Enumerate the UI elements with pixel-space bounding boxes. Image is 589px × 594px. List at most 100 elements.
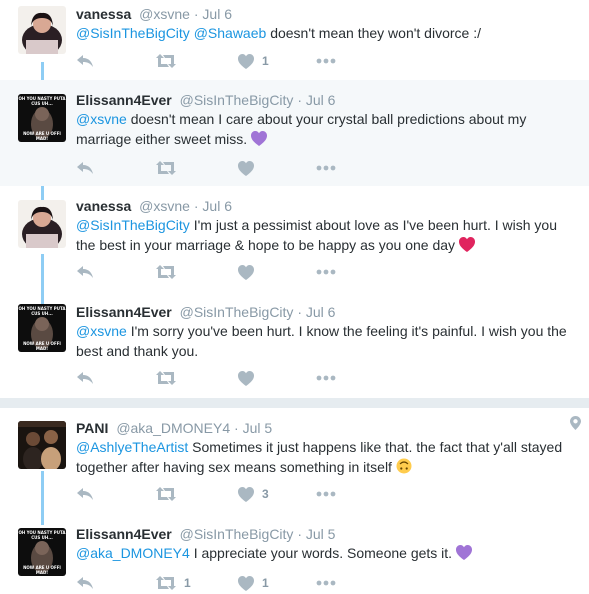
separator-dot: · bbox=[297, 526, 302, 542]
mention-link[interactable]: @aka_DMONEY4 bbox=[76, 545, 190, 561]
tweet-text: @AshlyeTheArtist Sometimes it just happe… bbox=[76, 437, 576, 477]
svg-text:MAD!: MAD! bbox=[36, 136, 48, 141]
mention-link[interactable]: @SisInTheBigCity bbox=[76, 25, 190, 41]
separator-dot: · bbox=[297, 92, 302, 108]
separator-dot: · bbox=[297, 304, 302, 320]
timestamp[interactable]: Jul 5 bbox=[243, 420, 273, 436]
avatar-vanessa[interactable] bbox=[18, 6, 66, 54]
retweet-icon bbox=[156, 371, 176, 385]
reply-icon bbox=[77, 577, 93, 589]
timestamp[interactable]: Jul 6 bbox=[202, 198, 232, 214]
like-button[interactable] bbox=[238, 158, 254, 178]
avatar-elissann4ever[interactable]: OH YOU NASTY PUTA CUS UH... NOW ARE U OFFI… bbox=[18, 94, 66, 142]
avatar-elissann4ever[interactable]: OH YOU NASTY PUTA CUS UH... NOW ARE U OFFI… bbox=[18, 304, 66, 352]
upside-down-face-emoji bbox=[396, 458, 412, 474]
retweet-button[interactable]: 1 bbox=[156, 573, 191, 593]
retweet-button[interactable] bbox=[156, 51, 176, 71]
display-name[interactable]: vanessa bbox=[76, 198, 131, 214]
more-button[interactable] bbox=[316, 484, 336, 504]
more-icon bbox=[316, 165, 336, 171]
more-icon bbox=[316, 580, 336, 586]
tweet[interactable]: PANI @aka_DMONEY4 · Jul 5 @AshlyeTheArti… bbox=[0, 408, 589, 516]
more-icon bbox=[316, 375, 336, 381]
like-icon bbox=[238, 575, 254, 591]
display-name[interactable]: Elissann4Ever bbox=[76, 526, 172, 542]
mention-link[interactable]: @SisInTheBigCity bbox=[76, 217, 190, 233]
timestamp[interactable]: Jul 6 bbox=[202, 6, 232, 22]
like-button[interactable]: 3 bbox=[238, 484, 269, 504]
display-name[interactable]: Elissann4Ever bbox=[76, 92, 172, 108]
conversation-separator bbox=[0, 398, 589, 408]
mention-link[interactable]: @AshlyeTheArtist bbox=[76, 439, 188, 455]
svg-text:CUS UH...: CUS UH... bbox=[31, 311, 53, 316]
avatar-pani[interactable] bbox=[18, 421, 66, 469]
more-button[interactable] bbox=[316, 158, 336, 178]
like-icon bbox=[238, 264, 254, 280]
retweet-button[interactable] bbox=[156, 484, 176, 504]
more-icon bbox=[316, 491, 336, 497]
more-button[interactable] bbox=[316, 368, 336, 388]
more-icon bbox=[316, 58, 336, 64]
avatar-elissann4ever[interactable]: OH YOU NASTY PUTA CUS UH... NOW ARE U OFFI… bbox=[18, 528, 66, 576]
mention-link[interactable]: @Shawaeb bbox=[194, 25, 267, 41]
tweet[interactable]: vanessa @xsvne · Jul 6 @SisInTheBigCity … bbox=[0, 186, 589, 292]
tweet-text: @SisInTheBigCity I'm just a pessimist ab… bbox=[76, 215, 576, 255]
user-handle[interactable]: @xsvne bbox=[139, 198, 190, 214]
reply-button[interactable] bbox=[76, 573, 94, 593]
user-handle[interactable]: @SisInTheBigCity bbox=[180, 304, 294, 320]
display-name[interactable]: vanessa bbox=[76, 6, 131, 22]
display-name[interactable]: PANI bbox=[76, 420, 108, 436]
timestamp[interactable]: Jul 6 bbox=[306, 92, 336, 108]
like-button[interactable] bbox=[238, 262, 254, 282]
reply-icon bbox=[77, 266, 93, 278]
display-name[interactable]: Elissann4Ever bbox=[76, 304, 172, 320]
tweet-text: @xsvne doesn't mean I care about your cr… bbox=[76, 109, 576, 149]
reply-button[interactable] bbox=[76, 368, 94, 388]
tweet[interactable]: OH YOU NASTY PUTA CUS UH... NOW ARE U OFFI… bbox=[0, 292, 589, 398]
more-button[interactable] bbox=[316, 262, 336, 282]
tweet-text: @xsvne I'm sorry you've been hurt. I kno… bbox=[76, 321, 576, 361]
timestamp[interactable]: Jul 5 bbox=[306, 526, 336, 542]
retweet-button[interactable] bbox=[156, 158, 176, 178]
location-pin-icon[interactable] bbox=[570, 416, 581, 430]
more-button[interactable] bbox=[316, 51, 336, 71]
like-button[interactable] bbox=[238, 368, 254, 388]
reply-button[interactable] bbox=[76, 484, 94, 504]
red-heart-emoji bbox=[458, 237, 475, 252]
reply-icon bbox=[77, 162, 93, 174]
reply-button[interactable] bbox=[76, 262, 94, 282]
retweet-icon bbox=[156, 161, 176, 175]
retweet-button[interactable] bbox=[156, 262, 176, 282]
user-handle[interactable]: @SisInTheBigCity bbox=[180, 92, 294, 108]
reply-icon bbox=[77, 55, 93, 67]
user-handle[interactable]: @aka_DMONEY4 bbox=[116, 420, 230, 436]
like-icon bbox=[238, 486, 254, 502]
retweet-count: 1 bbox=[184, 576, 191, 590]
tweet-body: I appreciate your words. Someone gets it… bbox=[193, 545, 453, 561]
avatar-vanessa[interactable] bbox=[18, 200, 66, 248]
mention-link[interactable]: @xsvne bbox=[76, 323, 127, 339]
more-button[interactable] bbox=[316, 573, 336, 593]
user-handle[interactable]: @SisInTheBigCity bbox=[180, 526, 294, 542]
like-icon bbox=[238, 53, 254, 69]
like-count: 1 bbox=[262, 54, 269, 68]
like-button[interactable]: 1 bbox=[238, 573, 269, 593]
like-button[interactable]: 1 bbox=[238, 51, 269, 71]
user-handle[interactable]: @xsvne bbox=[139, 6, 190, 22]
purple-heart-emoji bbox=[251, 131, 268, 146]
retweet-icon bbox=[156, 265, 176, 279]
retweet-icon bbox=[156, 54, 176, 68]
like-icon bbox=[238, 370, 254, 386]
reply-icon bbox=[77, 488, 93, 500]
retweet-icon bbox=[156, 487, 176, 501]
mention-link[interactable]: @xsvne bbox=[76, 111, 127, 127]
tweet[interactable]: vanessa @xsvne · Jul 6 @SisInTheBigCity … bbox=[0, 0, 589, 80]
tweet[interactable]: OH YOU NASTY PUTA CUS UH... NOW ARE U OFFI… bbox=[0, 80, 589, 186]
reply-button[interactable] bbox=[76, 51, 94, 71]
timestamp[interactable]: Jul 6 bbox=[306, 304, 336, 320]
separator-dot: · bbox=[193, 198, 199, 214]
svg-text:CUS UH...: CUS UH... bbox=[31, 101, 53, 106]
reply-button[interactable] bbox=[76, 158, 94, 178]
retweet-button[interactable] bbox=[156, 368, 176, 388]
tweet[interactable]: OH YOU NASTY PUTA CUS UH... NOW ARE U OFFI… bbox=[0, 516, 589, 594]
